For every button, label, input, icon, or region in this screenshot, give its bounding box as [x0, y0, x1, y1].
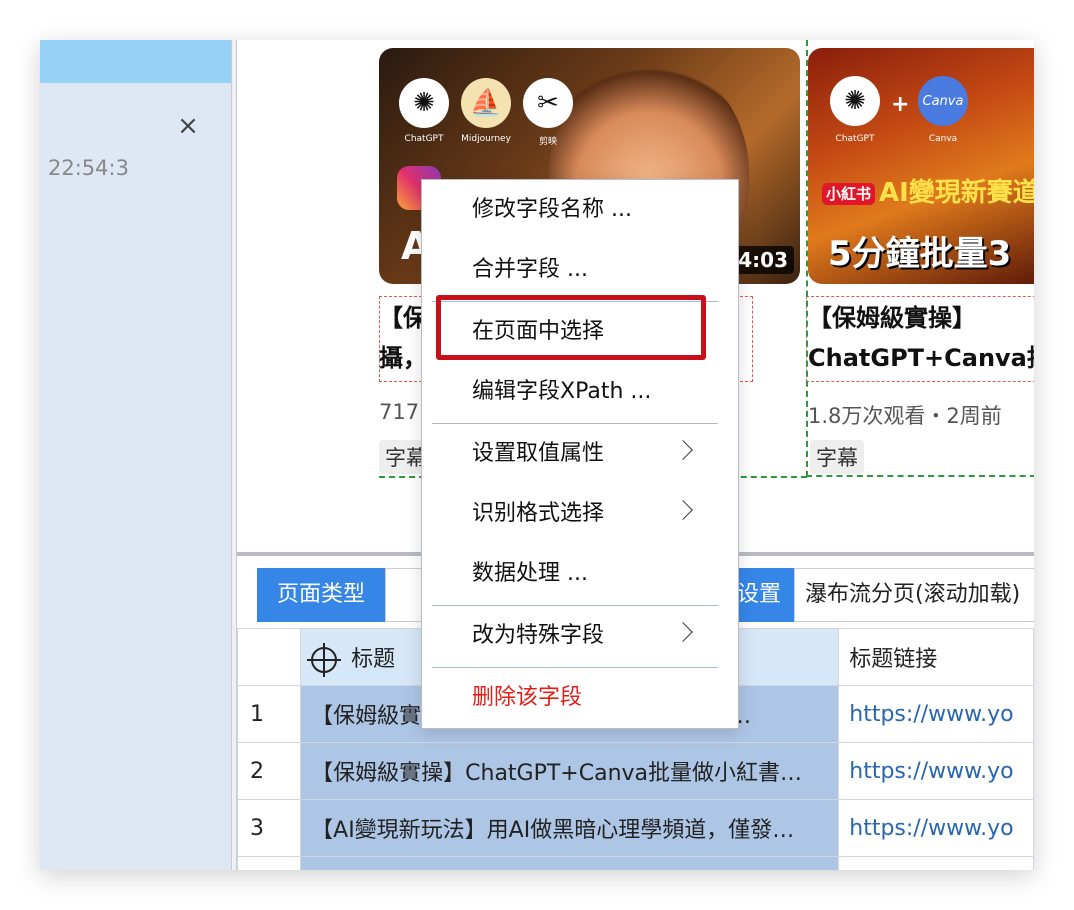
menu-item-rename-field[interactable]: 修改字段名称 ...: [422, 180, 738, 240]
menu-item-format-select[interactable]: 识别格式选择: [422, 484, 738, 544]
menu-item-label: 设置取值属性: [472, 441, 605, 466]
table-row: [236, 856, 1034, 870]
link-cell[interactable]: https://www.yo: [838, 799, 1034, 857]
menu-item-data-processing[interactable]: 数据处理 ...: [422, 544, 738, 604]
midjourney-logo: ⛵: [461, 78, 511, 128]
title-cell[interactable]: [300, 856, 840, 870]
chevron-right-icon: [673, 440, 693, 460]
row-index: 2: [236, 742, 302, 800]
pagination-select[interactable]: 瀑布流分页(滚动加载): [794, 568, 1034, 622]
annotation-highlight-box: [436, 295, 706, 360]
left-panel-header: [40, 40, 231, 83]
context-menu: 修改字段名称 ... 合并字段 ... 在页面中选择 编辑字段XPath ...…: [421, 179, 739, 729]
title-cell[interactable]: 【AI變現新玩法】用AI做黑暗心理學頻道，僅發…: [300, 799, 840, 857]
crosshair-icon[interactable]: [307, 643, 342, 677]
video-views-1: 717: [379, 400, 420, 424]
link-cell[interactable]: https://www.yo: [838, 685, 1034, 743]
chevron-right-icon: [673, 500, 693, 520]
index-header: [236, 628, 302, 686]
capcut-logo: ✂: [523, 78, 573, 128]
menu-item-value-attribute[interactable]: 设置取值属性: [422, 424, 738, 484]
page-type-label: 页面类型: [257, 568, 385, 622]
menu-item-special-field[interactable]: 改为特殊字段: [422, 606, 738, 666]
title-header-label: 标题: [351, 647, 396, 672]
close-icon[interactable]: ×: [176, 113, 200, 139]
logo-caption: Midjourney: [461, 134, 511, 144]
table-row: 2 【保姆級實操】ChatGPT+Canva批量做小紅書… https://ww…: [236, 742, 1034, 800]
link-cell[interactable]: https://www.yo: [838, 742, 1034, 800]
menu-item-merge-field[interactable]: 合并字段 ...: [422, 240, 738, 300]
left-panel: × 22:54:3: [40, 40, 231, 870]
time-label: 22:54:3: [48, 156, 129, 180]
row-index: 3: [236, 799, 302, 857]
menu-item-delete-field[interactable]: 删除该字段: [422, 668, 738, 728]
menu-item-label: 改为特殊字段: [472, 623, 605, 648]
table-row: 3 【AI變現新玩法】用AI做黑暗心理學頻道，僅發… https://www.y…: [236, 799, 1034, 857]
row-index: [236, 856, 302, 870]
menu-item-edit-xpath[interactable]: 编辑字段XPath ...: [422, 362, 738, 422]
logo-caption: 剪映: [538, 137, 557, 147]
logo-caption: ChatGPT: [404, 134, 444, 144]
chatgpt-logo: ✺: [399, 78, 449, 128]
video-duration: 4:03: [732, 246, 794, 274]
row-index: 1: [236, 685, 302, 743]
list-selection-outline: [806, 40, 1034, 477]
chevron-right-icon: [673, 622, 693, 642]
link-column-header[interactable]: 标题链接: [838, 628, 1034, 686]
link-cell[interactable]: [838, 856, 1034, 870]
title-cell[interactable]: 【保姆級實操】ChatGPT+Canva批量做小紅書…: [300, 742, 840, 800]
menu-item-label: 识别格式选择: [472, 501, 605, 526]
